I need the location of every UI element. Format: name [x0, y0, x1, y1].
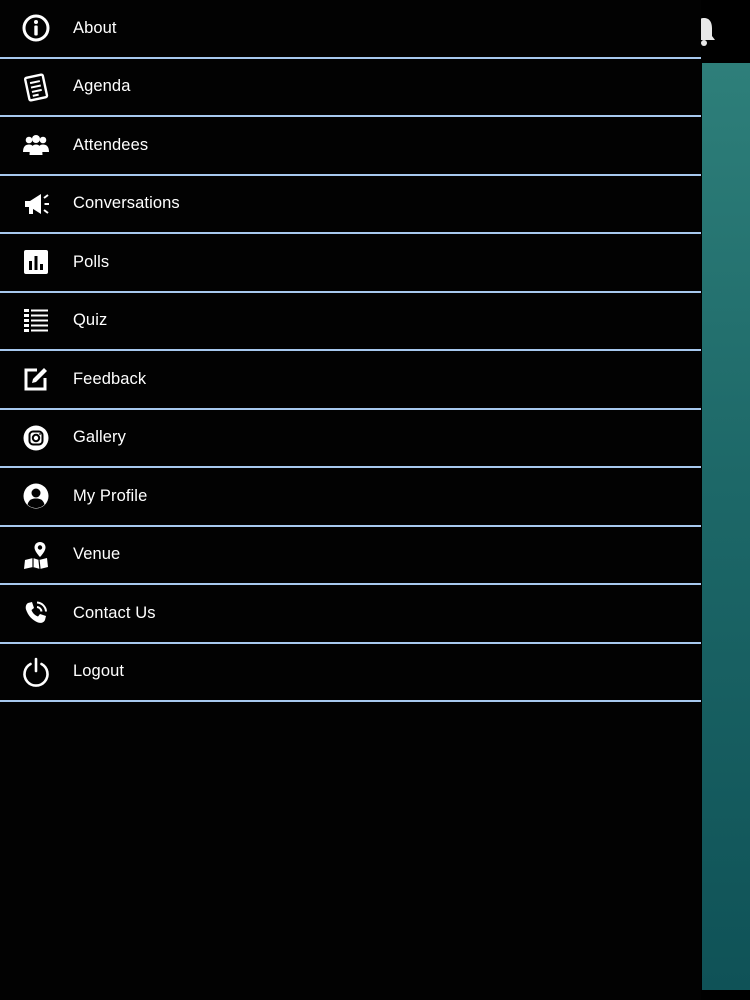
menu-item-my-profile[interactable]: My Profile [0, 468, 701, 527]
menu-item-label: About [73, 18, 117, 37]
background-app-content[interactable] [702, 63, 750, 990]
gallery-camera-icon [20, 422, 52, 454]
polls-chart-icon [20, 246, 52, 278]
power-icon [20, 656, 52, 688]
megaphone-icon [20, 188, 52, 220]
menu-item-venue[interactable]: Venue [0, 527, 701, 585]
phone-icon [20, 597, 52, 629]
feedback-edit-icon [20, 363, 52, 395]
screen: About Agenda Attendees Conversations Pol… [0, 0, 750, 1000]
menu-item-attendees[interactable]: Attendees [0, 117, 701, 176]
menu-item-label: Quiz [73, 311, 108, 330]
menu-list: About Agenda Attendees Conversations Pol… [0, 0, 701, 702]
menu-item-label: Conversations [73, 194, 180, 213]
menu-item-label: Logout [73, 662, 125, 681]
profile-icon [20, 480, 52, 512]
menu-item-contact-us[interactable]: Contact Us [0, 585, 701, 644]
menu-item-agenda[interactable]: Agenda [0, 59, 701, 117]
menu-item-label: Attendees [73, 135, 149, 154]
menu-item-label: Agenda [73, 77, 131, 96]
menu-item-label: Contact Us [73, 603, 156, 622]
menu-item-label: Polls [73, 252, 110, 271]
menu-item-label: Gallery [73, 428, 126, 447]
menu-item-about[interactable]: About [0, 0, 701, 59]
info-icon [20, 12, 52, 44]
menu-item-quiz[interactable]: Quiz [0, 293, 701, 351]
menu-item-logout[interactable]: Logout [0, 644, 701, 702]
menu-item-feedback[interactable]: Feedback [0, 351, 701, 410]
agenda-icon [20, 71, 52, 103]
venue-map-pin-icon [20, 539, 52, 571]
menu-item-label: My Profile [73, 486, 148, 505]
quiz-list-icon [20, 305, 52, 337]
menu-item-gallery[interactable]: Gallery [0, 410, 701, 468]
menu-item-label: Feedback [73, 369, 147, 388]
navigation-drawer: About Agenda Attendees Conversations Pol… [0, 0, 701, 1000]
menu-item-conversations[interactable]: Conversations [0, 176, 701, 234]
menu-item-label: Venue [73, 545, 121, 564]
attendees-icon [20, 129, 52, 161]
menu-item-polls[interactable]: Polls [0, 234, 701, 293]
